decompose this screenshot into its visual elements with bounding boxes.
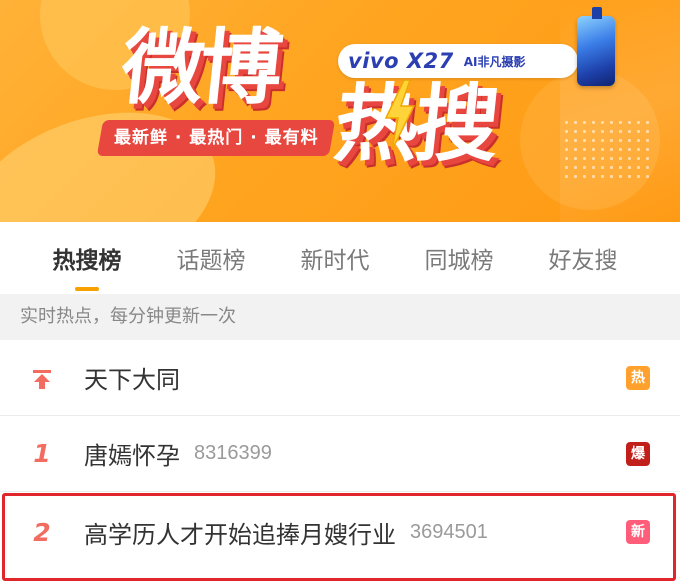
tab-new-era[interactable]: 新时代 (273, 241, 397, 275)
list-item-rank (0, 363, 84, 392)
ad-vivo-x27[interactable]: vivo X27 AI非凡摄影 (338, 44, 578, 78)
list-item[interactable]: 天下大同 热 (0, 340, 680, 416)
hot-search-list: 天下大同 热 1 唐嫣怀孕 8316399 爆 2 高学历人才开始追捧月嫂行业 … (0, 340, 680, 572)
ad-brand: vivo X27 (348, 49, 454, 73)
tab-bar: 热搜榜 话题榜 新时代 同城榜 好友搜 (0, 222, 680, 294)
banner-logo-weibo: 微博 (117, 21, 284, 116)
list-item-title: 高学历人才开始追捧月嫂行业 (84, 520, 396, 549)
ad-tagline: AI非凡摄影 (463, 54, 526, 69)
list-item[interactable]: 2 高学历人才开始追捧月嫂行业 3694501 新 (0, 492, 680, 572)
hot-search-banner[interactable]: 微博 热搜 最新鲜 · 最热门 · 最有料 vivo X27 AI非凡摄影 (0, 0, 680, 222)
list-item-count: 8316399 (194, 442, 272, 464)
update-notice: 实时热点，每分钟更新一次 (0, 294, 680, 340)
hot-badge: 热 (626, 365, 650, 390)
boom-badge: 爆 (626, 441, 650, 466)
list-item-rank: 1 (33, 439, 51, 468)
list-item[interactable]: 1 唐嫣怀孕 8316399 爆 (0, 416, 680, 492)
new-badge: 新 (626, 520, 650, 544)
tab-local[interactable]: 同城榜 (397, 241, 521, 275)
tab-topics[interactable]: 话题榜 (149, 241, 273, 275)
list-item-rank: 2 (33, 517, 51, 547)
banner-slogan: 最新鲜 · 最热门 · 最有料 (96, 120, 336, 156)
banner-slogan-text: 最新鲜 · 最热门 · 最有料 (113, 128, 319, 148)
list-item-title: 唐嫣怀孕 (84, 442, 180, 470)
lightning-bolt-icon (384, 80, 416, 150)
tab-hot-search[interactable]: 热搜榜 (25, 241, 149, 291)
list-item-title: 天下大同 (84, 366, 180, 394)
tab-friends-search[interactable]: 好友搜 (521, 241, 645, 275)
list-item-count: 3694501 (410, 520, 488, 543)
pinned-top-icon (33, 370, 51, 389)
phone-image (577, 7, 615, 86)
